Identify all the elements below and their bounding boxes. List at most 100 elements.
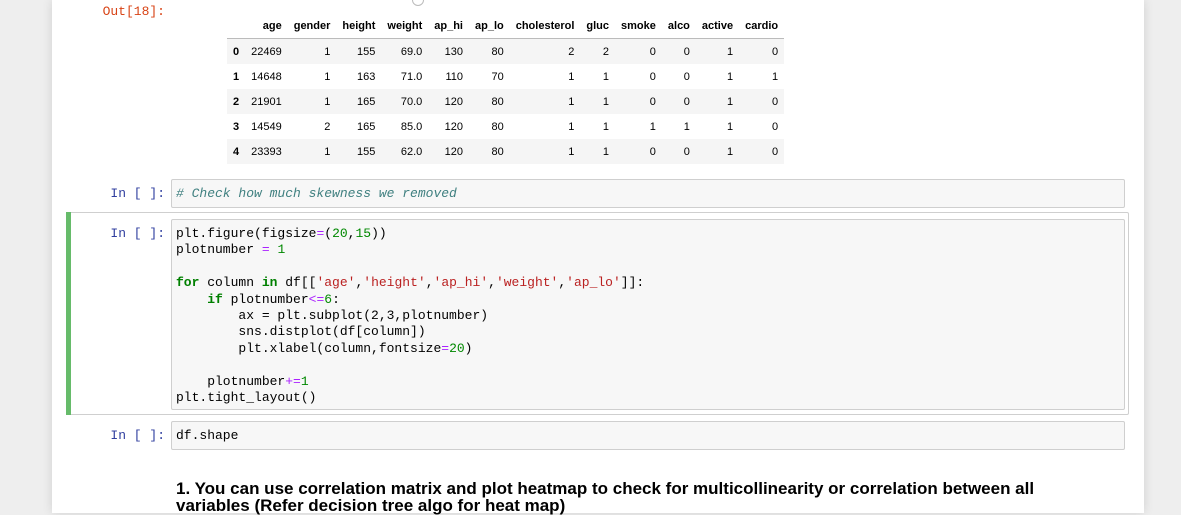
table-cell: 1 [324,45,331,58]
table-cell: 130 [444,45,463,58]
table-cell: 163 [357,70,376,83]
table-cell: 155 [357,145,376,158]
column-header: weight [381,14,429,39]
table-cell: 0 [683,95,690,108]
row-index: 3 [233,120,240,133]
table-cell: 0 [649,95,656,108]
table-cell: 69.0 [400,45,423,58]
table-cell: 80 [491,120,504,133]
table-cell: 14549 [251,120,282,133]
code-line: sns.distplot(df[column]) [176,324,426,340]
table-cell: 110 [445,70,463,83]
column-header: alco [661,14,696,39]
code-cell-plot[interactable]: plt.figure(figsize=(20,15)) plotnumber =… [171,219,1125,410]
table-cell: 0 [772,95,779,108]
table-cell: 1 [602,95,610,108]
table-cell: 0 [772,45,779,58]
table-cell: 23393 [251,145,282,158]
table-cell: 85.0 [400,120,423,133]
table-row: 0 22469 1 155 69.0 130 80 2 2 0 0 1 0 [227,38,785,64]
table-cell: 1 [568,120,575,133]
code-line: plotnumber = 1 [176,242,286,258]
table-cell: 62.0 [400,145,423,158]
row-index: 2 [233,95,240,108]
table-cell: 2 [324,120,331,133]
column-header [227,14,246,39]
code-line: ax = plt.subplot(2,3,plotnumber) [176,307,489,323]
table-cell: 1 [324,145,331,158]
table-row: 2 21901 1 165 70.0 120 80 1 1 0 0 1 0 [227,89,785,114]
table-cell: 70 [491,70,504,83]
code-cell-shape[interactable]: df.shape [171,421,1125,450]
code-line: plt.figure(figsize=(20,15)) [176,226,387,241]
table-cell: 22469 [251,45,282,58]
cell-prompt: In [ ]: [110,428,165,443]
code-line: df.shape [176,428,239,443]
table-cell: 1 [602,145,610,158]
table-cell: 1 [649,120,656,133]
column-header: ap_hi [428,14,469,39]
row-index: 0 [233,45,240,58]
column-header: gluc [580,14,616,39]
table-cell: 1 [324,95,331,108]
table-cell: 80 [491,95,504,108]
table-cell: 71.0 [400,70,423,83]
code-comment: # Check how much skewness we removed [176,186,457,201]
row-index: 4 [233,145,240,158]
table-cell: 0 [649,45,656,58]
table-cell: 0 [772,120,779,133]
table-cell: 1 [726,45,734,58]
table-cell: 1 [726,120,734,133]
table-cell: 0 [683,145,690,158]
scroll-indicator-icon [412,0,424,6]
table-cell: 80 [491,45,504,58]
table-row: 1 14648 1 163 71.0 110 70 1 1 0 0 1 1 [227,64,784,89]
notebook-page: Out[18]: age gender height weight ap_hi … [52,0,1144,514]
column-header: cholesterol [509,14,581,39]
code-cell-skewness[interactable]: # Check how much skewness we removed [171,179,1125,208]
table-cell: 0 [772,145,779,158]
table-cell: 155 [357,45,376,58]
table-cell: 120 [444,120,463,133]
table-cell: 1 [602,70,610,83]
cell-prompt: In [ ]: [110,226,165,241]
output-prompt: Out[18]: [102,4,165,19]
table-cell: 70.0 [400,95,423,108]
table-cell: 1 [568,70,575,83]
table-cell: 1 [568,145,575,158]
code-line: if plotnumber<=6: [207,291,340,307]
table-row: 4 23393 1 155 62.0 120 80 1 1 0 0 1 0 [227,139,785,164]
column-header: height [336,14,382,39]
selected-cell-indicator [66,212,71,415]
table-cell: 2 [568,45,575,58]
table-cell: 165 [357,120,376,133]
table-cell: 165 [357,95,376,108]
code-line: plt.xlabel(column,fontsize=20) [176,340,473,356]
table-cell: 1 [568,95,575,108]
cell-prompt: In [ ]: [110,186,165,201]
table-cell: 1 [726,145,734,158]
row-index: 1 [233,70,240,83]
column-header: active [695,14,740,39]
dataframe-table: age gender height weight ap_hi ap_lo cho… [227,14,785,164]
code-line: plt.tight_layout() [176,389,317,405]
table-cell: 1 [726,70,734,83]
table-cell: 80 [491,145,504,158]
column-header: cardio [739,14,785,39]
code-line: for column in df[['age','height','ap_hi'… [176,275,645,291]
column-header: smoke [615,14,662,39]
table-cell: 0 [683,45,690,58]
table-cell: 1 [726,95,734,108]
table-cell: 14648 [251,70,282,83]
table-cell: 120 [444,95,463,108]
column-header: gender [287,14,337,39]
table-header-row: age gender height weight ap_hi ap_lo cho… [227,14,785,39]
table-row: 3 14549 2 165 85.0 120 80 1 1 1 1 1 0 [227,114,784,139]
table-cell: 1 [772,70,779,83]
table-cell: 1 [324,70,331,83]
column-header: ap_lo [468,14,510,39]
table-cell: 21901 [251,95,282,108]
table-cell: 0 [683,70,690,83]
table-cell: 0 [649,145,656,158]
